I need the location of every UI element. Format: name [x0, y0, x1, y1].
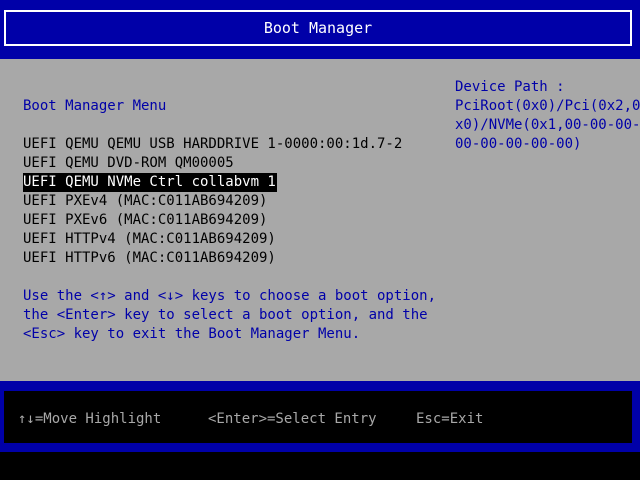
boot-option-httpv6[interactable]: UEFI HTTPv6 (MAC:C011AB694209) — [23, 249, 276, 268]
main-panel: Boot Manager Menu Device Path : PciRoot(… — [0, 59, 640, 381]
help-text-line: Use the <↑> and <↓> keys to choose a boo… — [23, 288, 437, 304]
footer-hints: ↑↓=Move Highlight <Enter>=Select Entry E… — [4, 391, 632, 443]
hint-exit: Esc=Exit — [416, 411, 484, 427]
device-path-line: x0)/NVMe(0x1,00-00-00- — [455, 117, 640, 133]
boot-option-usb-harddrive[interactable]: UEFI QEMU QEMU USB HARDDRIVE 1-0000:00:1… — [23, 135, 402, 154]
page-title: Boot Manager — [4, 10, 632, 46]
device-path-line: PciRoot(0x0)/Pci(0x2,0 — [455, 98, 640, 114]
boot-option-nvme-selected[interactable]: UEFI QEMU NVMe Ctrl collabvm 1 — [23, 173, 277, 192]
footer-bar: ↑↓=Move Highlight <Enter>=Select Entry E… — [0, 381, 640, 452]
help-text-line: the <Enter> key to select a boot option,… — [23, 307, 428, 323]
boot-option-httpv4[interactable]: UEFI HTTPv4 (MAC:C011AB694209) — [23, 230, 276, 249]
help-text-line: <Esc> key to exit the Boot Manager Menu. — [23, 326, 361, 342]
device-path-line: 00-00-00-00-00) — [455, 136, 582, 152]
bottom-strip — [0, 452, 640, 480]
device-path-label: Device Path : — [455, 79, 565, 95]
boot-option-pxev6[interactable]: UEFI PXEv6 (MAC:C011AB694209) — [23, 211, 267, 230]
header-bar: Boot Manager — [0, 0, 640, 59]
boot-option-pxev4[interactable]: UEFI PXEv4 (MAC:C011AB694209) — [23, 192, 267, 211]
boot-option-dvd-rom[interactable]: UEFI QEMU DVD-ROM QM00005 — [23, 154, 234, 173]
menu-title: Boot Manager Menu — [23, 98, 167, 114]
hint-move-highlight: ↑↓=Move Highlight — [18, 411, 162, 427]
hint-select-entry: <Enter>=Select Entry — [208, 411, 377, 427]
